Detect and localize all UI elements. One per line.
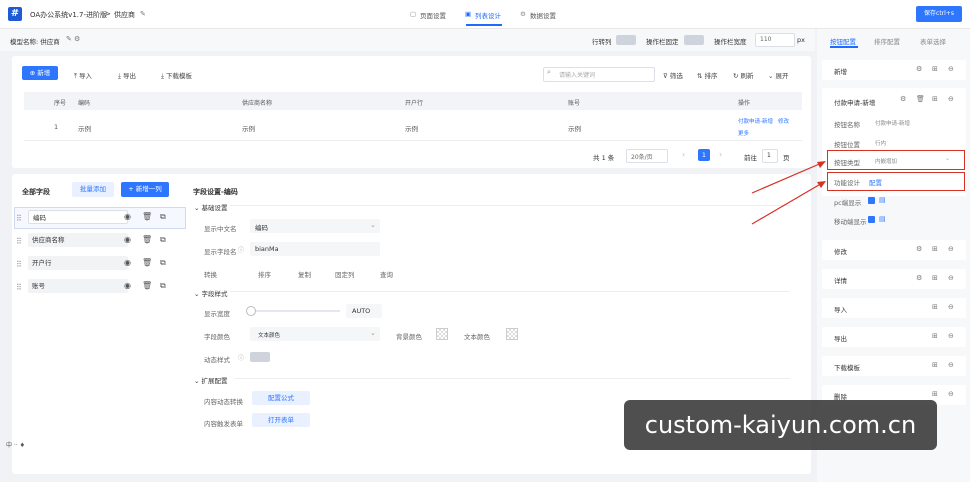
arrow-head — [817, 181, 826, 188]
watermark: custom-kaiyun.com.cn — [624, 400, 937, 450]
arrow-head — [817, 161, 826, 168]
